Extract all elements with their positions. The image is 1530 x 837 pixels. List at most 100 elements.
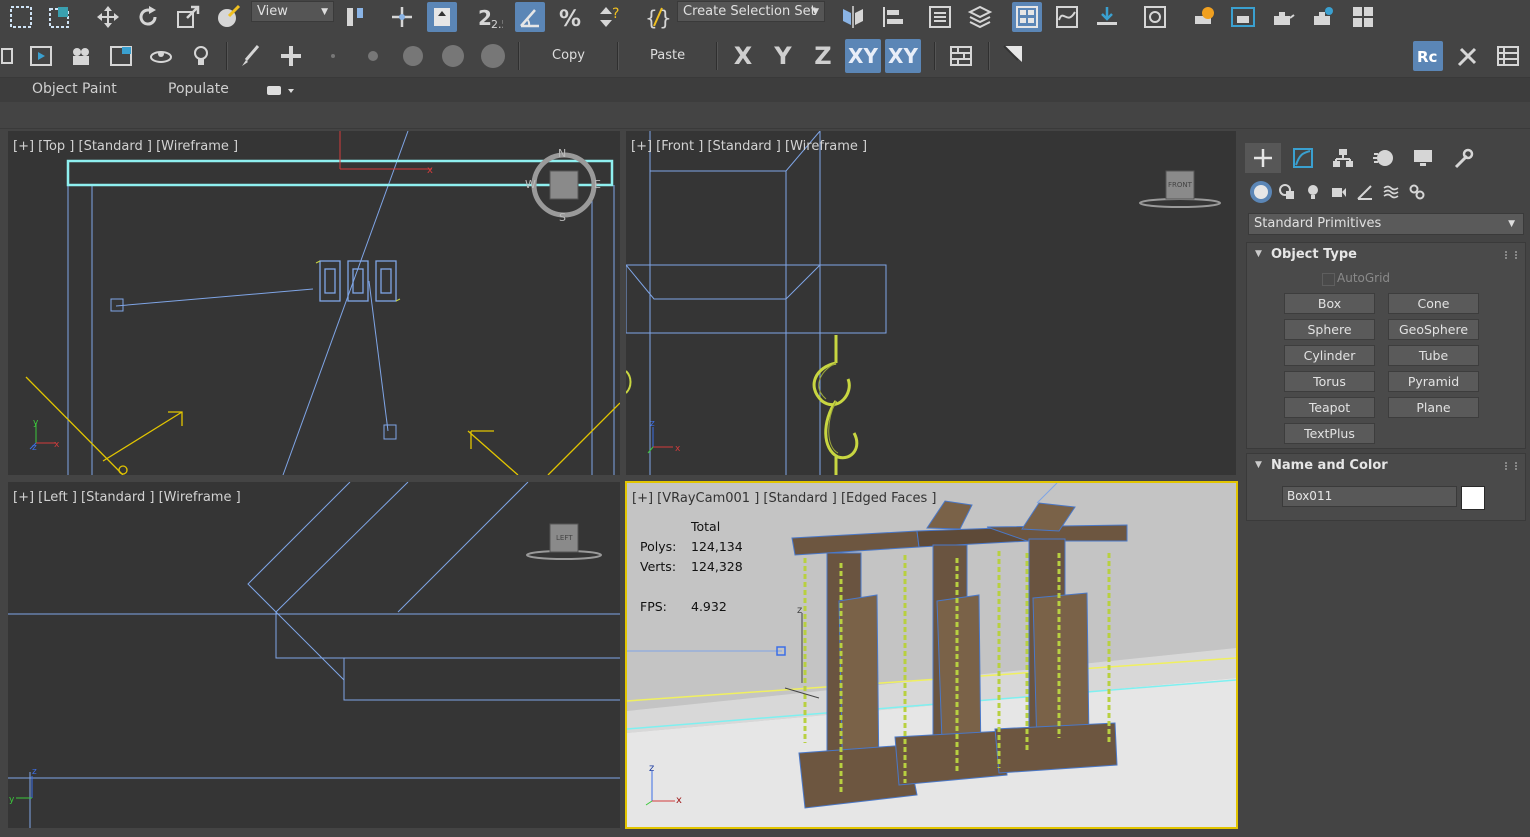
brush-size-5-icon[interactable] [478, 41, 508, 71]
viewport-camera[interactable]: z x z [+] [VRayCam001 ] [Standard ] [Edge… [625, 481, 1238, 829]
brush-size-1-icon[interactable] [318, 41, 348, 71]
box-button[interactable]: Box [1284, 293, 1375, 314]
create-tab-icon[interactable] [1245, 143, 1281, 173]
scene-explorer-icon[interactable] [925, 2, 955, 32]
collapse-triangle-icon[interactable]: ▼ [1255, 460, 1262, 470]
viewport-camera-label[interactable]: [+] [VRayCam001 ] [Standard ] [Edged Fac… [632, 491, 937, 506]
tab-object-paint[interactable]: Object Paint [32, 81, 117, 97]
space-warps-icon[interactable] [1380, 181, 1402, 203]
viewcube-left[interactable]: LEFT [524, 522, 604, 562]
render-setup-icon[interactable] [1188, 2, 1218, 32]
viewport-front-label[interactable]: [+] [Front ] [Standard ] [Wireframe ] [631, 139, 867, 154]
primitive-category-dropdown[interactable]: Standard Primitives ▼ [1248, 213, 1524, 235]
camera-icon[interactable] [66, 41, 96, 71]
light-bulb-icon[interactable] [186, 41, 216, 71]
sphere-button[interactable]: Sphere [1284, 319, 1375, 340]
tube-button[interactable]: Tube [1388, 345, 1479, 366]
collapse-triangle-icon[interactable]: ▼ [1255, 249, 1262, 259]
render-grid-icon[interactable] [1348, 2, 1378, 32]
cameras-icon[interactable] [1328, 181, 1350, 203]
toggle-ribbon-icon[interactable] [1012, 2, 1042, 32]
angle-snap-toggle-icon[interactable] [515, 2, 545, 32]
percent-snap-icon[interactable]: % [555, 2, 585, 32]
tools-icon[interactable] [1453, 41, 1483, 71]
paint-plus-icon[interactable] [276, 41, 306, 71]
utilities-tab-icon[interactable] [1445, 143, 1481, 173]
torus-button[interactable]: Torus [1284, 371, 1375, 392]
named-selection-icon[interactable]: {} [642, 2, 672, 32]
cylinder-button[interactable]: Cylinder [1284, 345, 1375, 366]
hierarchy-tab-icon[interactable] [1325, 143, 1361, 173]
name-and-color-title[interactable]: Name and Color [1271, 458, 1388, 473]
reference-coordinate-dropdown[interactable]: View ▼ [251, 1, 334, 22]
spinner-snap-icon[interactable]: ? [595, 2, 625, 32]
railclone-icon[interactable]: Rc [1413, 41, 1443, 71]
select-window-icon[interactable] [45, 2, 75, 32]
brush-size-4-icon[interactable] [438, 41, 468, 71]
cone-button[interactable]: Cone [1388, 293, 1479, 314]
axis-x-button[interactable]: X [725, 39, 761, 73]
axis-z-button[interactable]: Z [805, 39, 841, 73]
orbit-icon[interactable] [146, 41, 176, 71]
viewport-left[interactable]: z y LEFT [+] [Left ] [Standard ] [Wirefra… [8, 482, 620, 828]
viewcube-front[interactable]: FRONT [1138, 169, 1222, 209]
viewport-top[interactable]: x y x z N S E W [+] [Top ] [Standard ] [Wi… [8, 131, 620, 475]
viewport-top-label[interactable]: [+] [Top ] [Standard ] [Wireframe ] [13, 139, 238, 154]
ribbon-options-icon[interactable] [266, 83, 296, 102]
snaps-toggle-icon[interactable] [427, 2, 457, 32]
scale-icon[interactable] [173, 2, 203, 32]
rotate-icon[interactable] [133, 2, 163, 32]
layer-explorer-icon[interactable] [965, 2, 995, 32]
curve-editor-icon[interactable] [1052, 2, 1082, 32]
schematic-view-icon[interactable] [1092, 2, 1122, 32]
object-color-swatch[interactable] [1461, 486, 1485, 510]
textplus-button[interactable]: TextPlus [1284, 423, 1375, 444]
brick-wall-icon[interactable] [946, 41, 976, 71]
paint-brush-icon[interactable] [236, 41, 266, 71]
select-and-link-icon[interactable] [387, 2, 417, 32]
axis-xy-button[interactable]: XY [845, 39, 881, 73]
lights-icon[interactable] [1302, 181, 1324, 203]
geometry-icon[interactable] [1250, 181, 1272, 203]
viewport-layout-icon[interactable] [106, 41, 136, 71]
viewport-front[interactable]: z x FRONT [+] [Front ] [Standard ] [Wiref… [626, 131, 1236, 475]
brush-size-3-icon[interactable] [398, 41, 428, 71]
motion-tab-icon[interactable] [1365, 143, 1401, 173]
helpers-icon[interactable] [1354, 181, 1376, 203]
axis-xy-cycle-button[interactable]: XY [885, 39, 921, 73]
paste-button[interactable]: Paste [650, 48, 685, 63]
display-tab-icon[interactable] [1405, 143, 1441, 173]
object-name-field[interactable]: Box011 [1282, 486, 1457, 507]
drag-handle-icon[interactable] [1505, 462, 1517, 470]
cursor-arrow-icon[interactable] [998, 41, 1028, 71]
move-icon[interactable] [93, 2, 123, 32]
geosphere-button[interactable]: GeoSphere [1388, 319, 1479, 340]
plane-button[interactable]: Plane [1388, 397, 1479, 418]
create-selection-set-dropdown[interactable]: Create Selection Set ▼ [677, 1, 825, 22]
brush-size-2-icon[interactable] [358, 41, 388, 71]
use-pivot-icon[interactable] [340, 2, 370, 32]
panel-edge-icon[interactable] [0, 41, 16, 71]
select-manipulate-icon[interactable] [213, 2, 243, 32]
angle-snap-icon[interactable]: 22.5 [475, 2, 505, 32]
object-type-title[interactable]: Object Type [1271, 247, 1357, 262]
shapes-icon[interactable] [1276, 181, 1298, 203]
modify-tab-icon[interactable] [1285, 143, 1321, 173]
copy-button[interactable]: Copy [552, 48, 585, 63]
tab-populate[interactable]: Populate [168, 81, 229, 97]
rendered-frame-icon[interactable] [1228, 2, 1258, 32]
render-icon[interactable] [1268, 2, 1298, 32]
autogrid-checkbox[interactable] [1322, 273, 1335, 286]
list-view-icon[interactable] [1493, 41, 1523, 71]
drag-handle-icon[interactable] [1505, 251, 1517, 259]
material-editor-icon[interactable] [1140, 2, 1170, 32]
mirror-icon[interactable] [838, 2, 868, 32]
select-region-rect-icon[interactable] [6, 2, 36, 32]
render-iterative-icon[interactable] [1308, 2, 1338, 32]
viewport-left-label[interactable]: [+] [Left ] [Standard ] [Wireframe ] [13, 490, 241, 505]
pyramid-button[interactable]: Pyramid [1388, 371, 1479, 392]
viewcube-compass[interactable]: N S E W [525, 147, 601, 225]
systems-icon[interactable] [1406, 181, 1428, 203]
axis-y-button[interactable]: Y [765, 39, 801, 73]
teapot-button[interactable]: Teapot [1284, 397, 1375, 418]
